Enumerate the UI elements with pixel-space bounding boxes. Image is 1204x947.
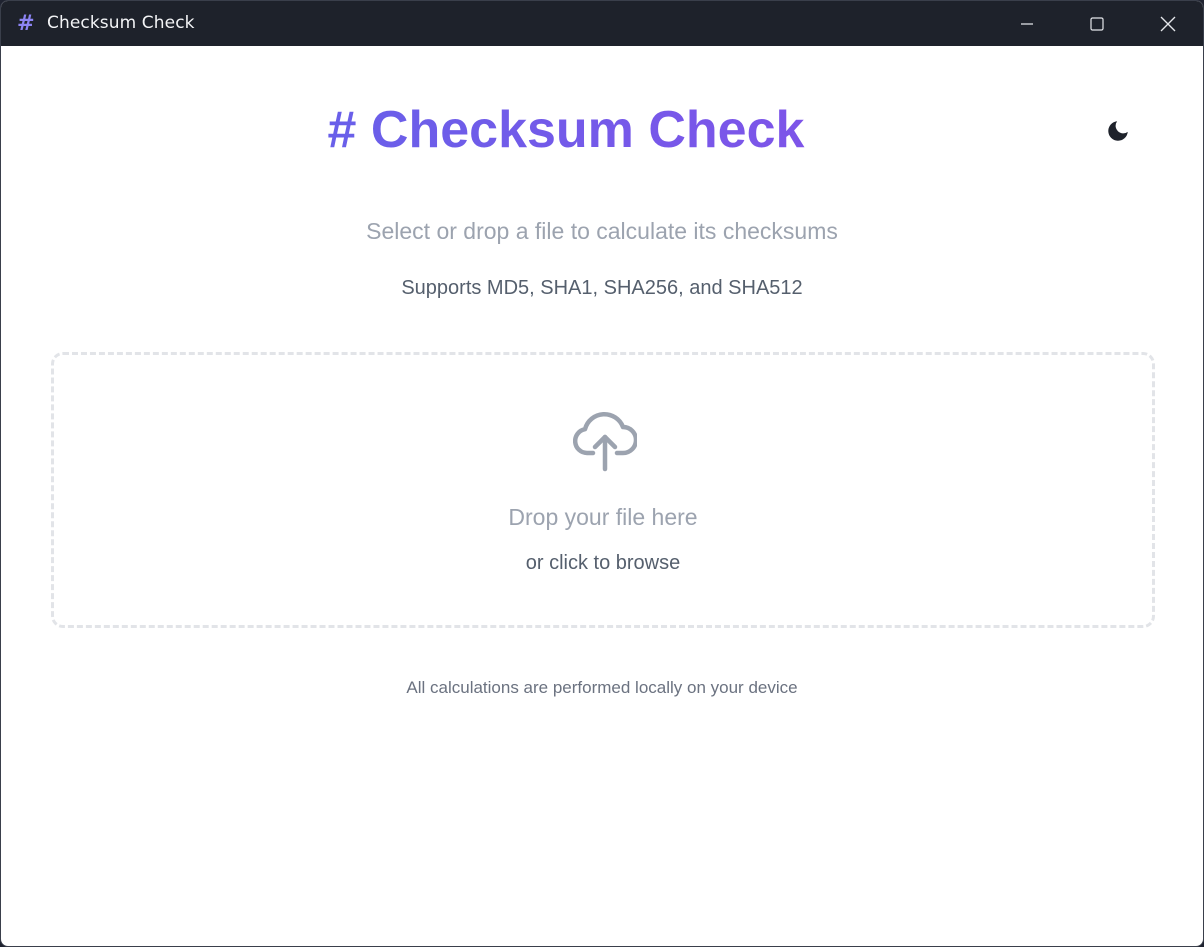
page-subtitle: Select or drop a file to calculate its c… xyxy=(366,218,838,244)
window-title: Checksum Check xyxy=(47,13,195,33)
app-window: # Checksum Check # Checksum Check Select… xyxy=(0,0,1204,947)
file-dropzone[interactable]: Drop your file here or click to browse xyxy=(51,352,1155,628)
privacy-note: All calculations are performed locally o… xyxy=(406,678,798,697)
cloud-upload-icon xyxy=(573,412,637,472)
minimize-icon xyxy=(1021,22,1033,25)
dropzone-primary-text: Drop your file here xyxy=(508,504,698,530)
theme-toggle-button[interactable] xyxy=(1103,116,1133,146)
supported-algorithms: Supports MD5, SHA1, SHA256, and SHA512 xyxy=(401,277,803,299)
close-icon xyxy=(1160,16,1176,31)
maximize-button[interactable] xyxy=(1062,1,1132,46)
maximize-icon xyxy=(1090,16,1104,31)
dropzone-browse-text[interactable]: or click to browse xyxy=(54,552,1152,575)
page-title: # Checksum Check xyxy=(1,98,1131,162)
minimize-button[interactable] xyxy=(992,1,1062,46)
close-button[interactable] xyxy=(1133,1,1203,46)
hash-icon: # xyxy=(17,11,35,35)
moon-icon xyxy=(1108,121,1128,141)
main-content: # Checksum Check Select or drop a file t… xyxy=(1,46,1203,946)
title-bar[interactable]: # Checksum Check xyxy=(1,1,1203,46)
